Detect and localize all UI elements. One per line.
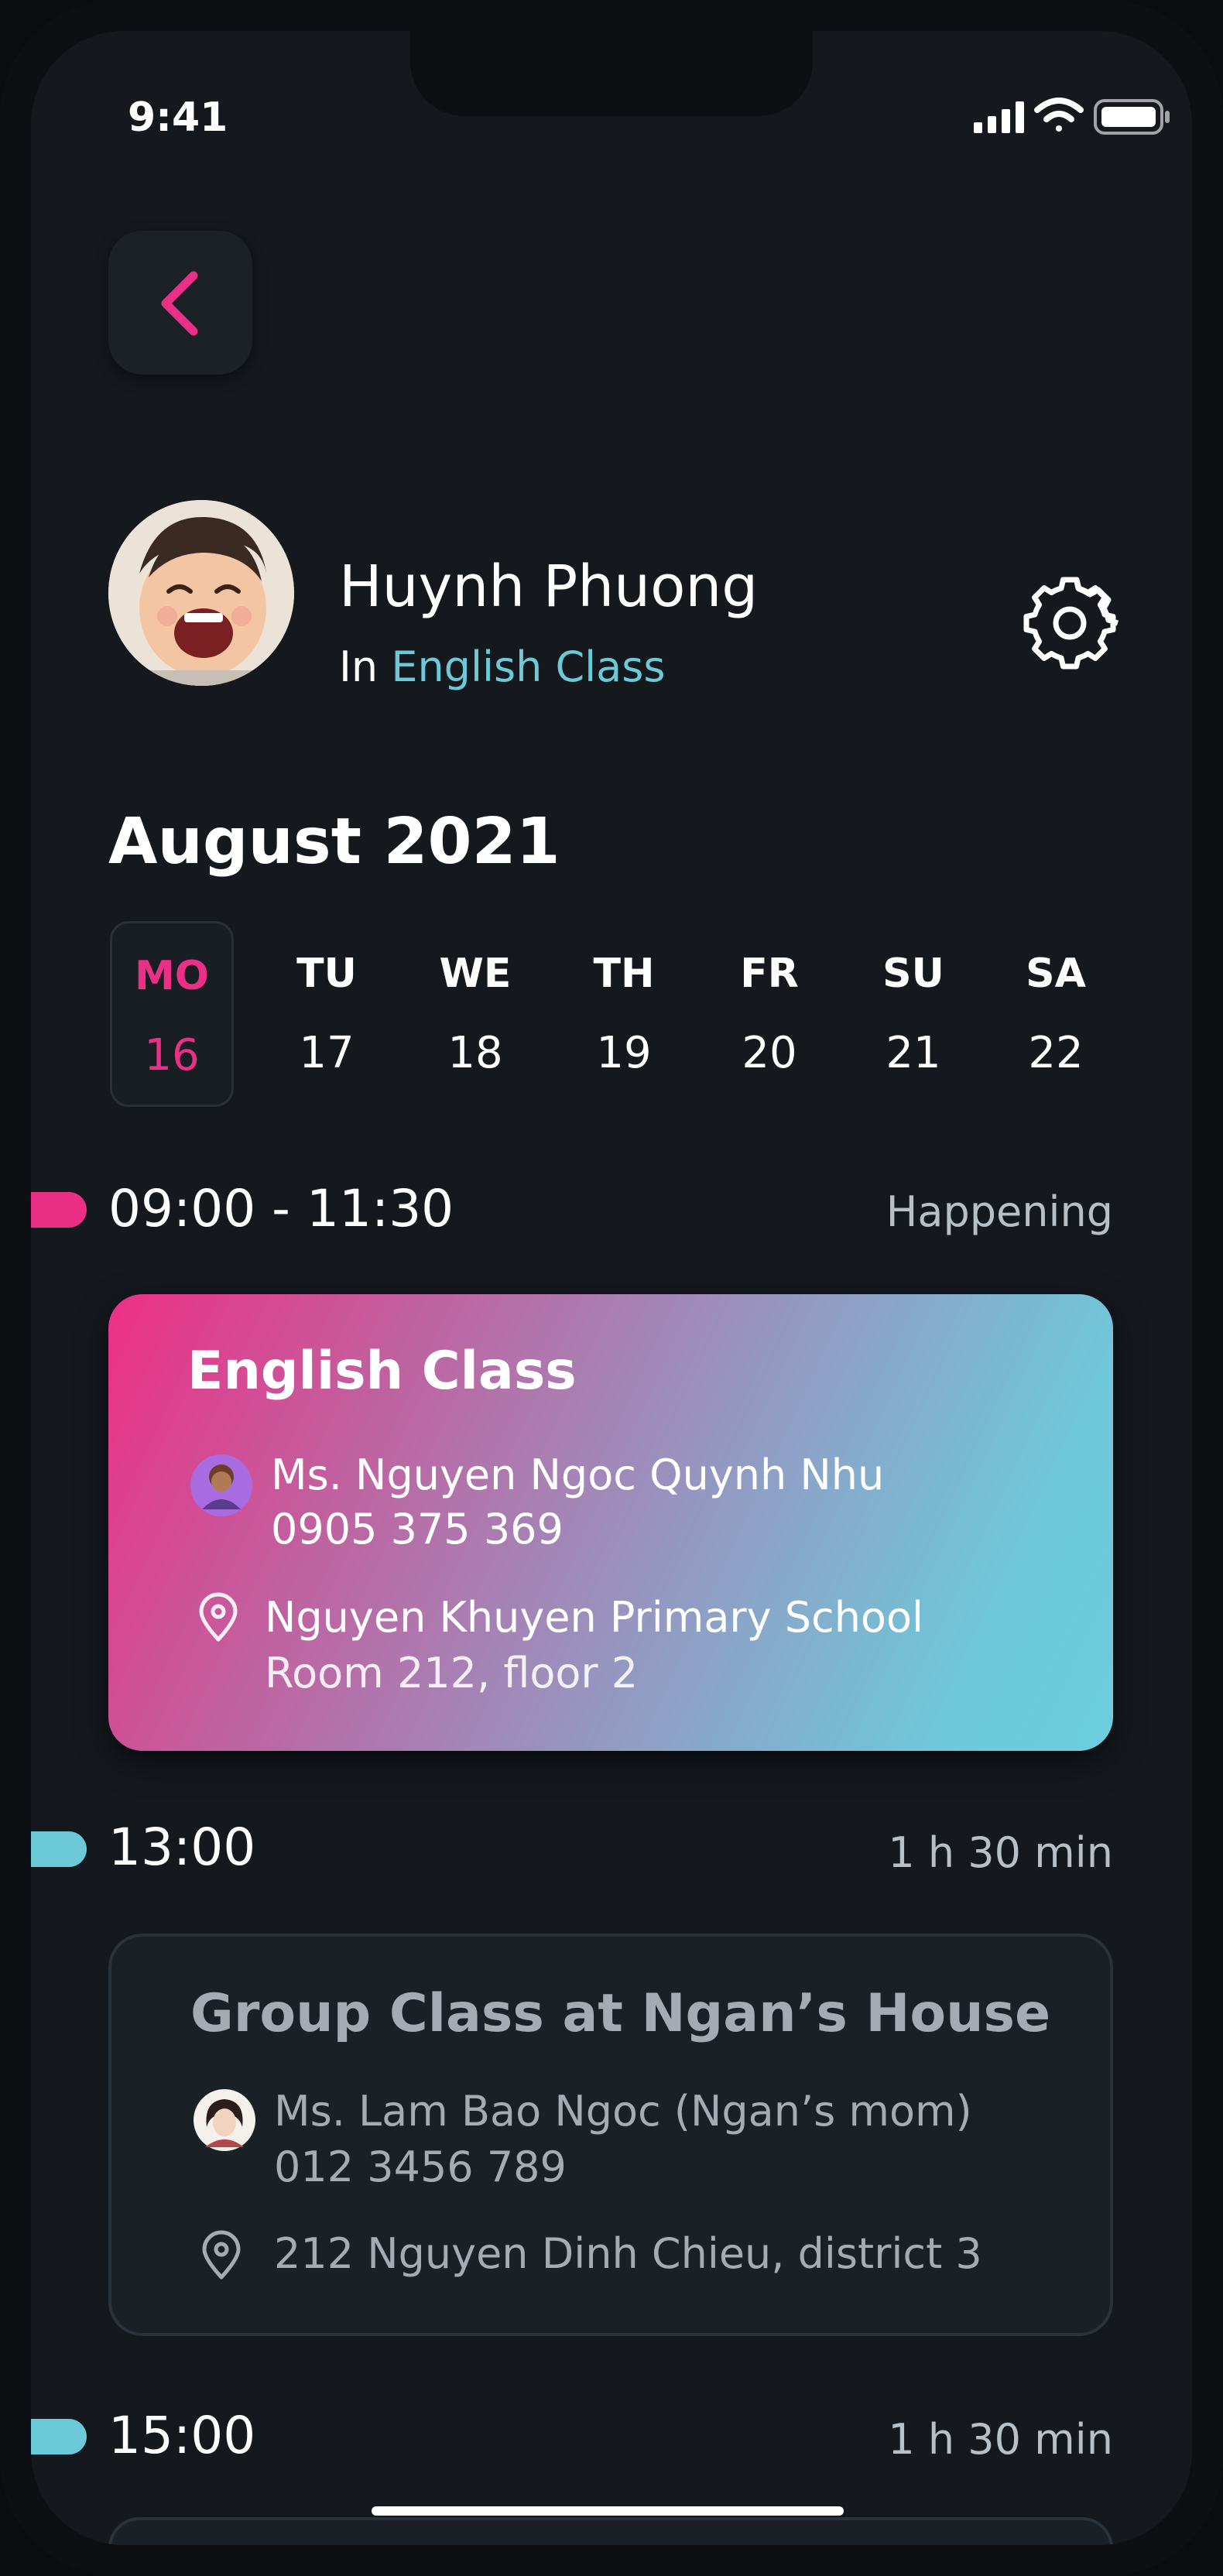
class-prefix: In bbox=[339, 642, 379, 691]
app-screen: 9:41 Huynh Phuong In English Class Augus… bbox=[31, 31, 1192, 2545]
day-we[interactable]: WE 18 bbox=[413, 921, 537, 1107]
settings-button[interactable] bbox=[1019, 573, 1120, 673]
signal-icon bbox=[974, 101, 1024, 133]
child-photo bbox=[108, 500, 294, 686]
day-name: MO bbox=[135, 953, 209, 999]
user-name: Huynh Phuong bbox=[339, 553, 759, 620]
day-tu[interactable]: TU 17 bbox=[265, 921, 389, 1107]
day-mo[interactable]: MO 16 bbox=[110, 921, 234, 1107]
event-title: Group Class at Ngan’s House bbox=[190, 1983, 1051, 2044]
day-name: TU bbox=[296, 951, 357, 997]
location-pin-icon bbox=[199, 1592, 238, 1642]
teacher-name: Ms. Nguyen Ngoc Quynh Nhu bbox=[271, 1451, 885, 1499]
home-indicator[interactable] bbox=[372, 2506, 844, 2516]
day-date: 17 bbox=[299, 1028, 355, 1078]
day-name: SA bbox=[1026, 951, 1086, 997]
slot-time: 09:00 - 11:30 bbox=[108, 1179, 454, 1238]
event-card[interactable]: English Class Ms. Nguyen Ngoc Quynh Nhu … bbox=[108, 1294, 1113, 1751]
event-card[interactable] bbox=[108, 2517, 1113, 2545]
day-date: 16 bbox=[144, 1030, 200, 1081]
day-date: 18 bbox=[447, 1028, 503, 1078]
timeline-marker bbox=[31, 1831, 87, 1867]
teacher-avatar bbox=[194, 2089, 255, 2151]
location-room: Room 212, floor 2 bbox=[265, 1649, 639, 1697]
day-date: 20 bbox=[742, 1028, 797, 1078]
back-button[interactable] bbox=[108, 231, 252, 375]
class-name-link[interactable]: English Class bbox=[391, 642, 665, 691]
event-title: English Class bbox=[187, 1341, 577, 1402]
slot-time: 13:00 bbox=[108, 1817, 256, 1877]
slot-duration: 1 h 30 min bbox=[888, 2415, 1113, 2464]
month-label: August 2021 bbox=[108, 805, 560, 879]
avatar[interactable] bbox=[108, 500, 294, 686]
timeline-marker bbox=[31, 1192, 87, 1228]
teacher-name: Ms. Lam Bao Ngoc (Ngan’s mom) bbox=[274, 2087, 972, 2136]
day-fr[interactable]: FR 20 bbox=[707, 921, 831, 1107]
day-date: 22 bbox=[1028, 1028, 1084, 1078]
battery-icon bbox=[1094, 99, 1170, 135]
slot-time: 15:00 bbox=[108, 2406, 256, 2465]
day-th[interactable]: TH 19 bbox=[562, 921, 686, 1107]
notch bbox=[410, 31, 813, 116]
slot-status: Happening bbox=[886, 1187, 1113, 1236]
back-chevron-icon bbox=[161, 271, 198, 336]
wifi-icon bbox=[1034, 98, 1084, 132]
phone-frame: 9:41 Huynh Phuong In English Class Augus… bbox=[0, 0, 1223, 2576]
day-name: FR bbox=[740, 951, 799, 997]
timeline-marker bbox=[31, 2419, 87, 2454]
location-name: 212 Nguyen Dinh Chieu, district 3 bbox=[274, 2229, 982, 2278]
user-class-line: In English Class bbox=[339, 642, 666, 691]
day-sa[interactable]: SA 22 bbox=[994, 921, 1118, 1107]
teacher-avatar bbox=[190, 1454, 252, 1516]
teacher-phone[interactable]: 012 3456 789 bbox=[274, 2143, 567, 2191]
day-date: 21 bbox=[886, 1028, 941, 1078]
status-icons bbox=[944, 85, 1177, 139]
teacher-phone[interactable]: 0905 375 369 bbox=[271, 1505, 564, 1553]
day-date: 19 bbox=[596, 1028, 652, 1078]
event-card[interactable]: Group Class at Ngan’s House Ms. Lam Bao … bbox=[108, 1934, 1113, 2336]
day-name: SU bbox=[882, 951, 944, 997]
gear-icon bbox=[1023, 577, 1119, 670]
day-name: WE bbox=[439, 951, 512, 997]
location-name: Nguyen Khuyen Primary School bbox=[265, 1593, 924, 1642]
location-pin-icon bbox=[202, 2230, 241, 2280]
status-time: 9:41 bbox=[128, 94, 228, 141]
slot-duration: 1 h 30 min bbox=[888, 1828, 1113, 1877]
day-su[interactable]: SU 21 bbox=[851, 921, 975, 1107]
day-name: TH bbox=[593, 951, 655, 997]
